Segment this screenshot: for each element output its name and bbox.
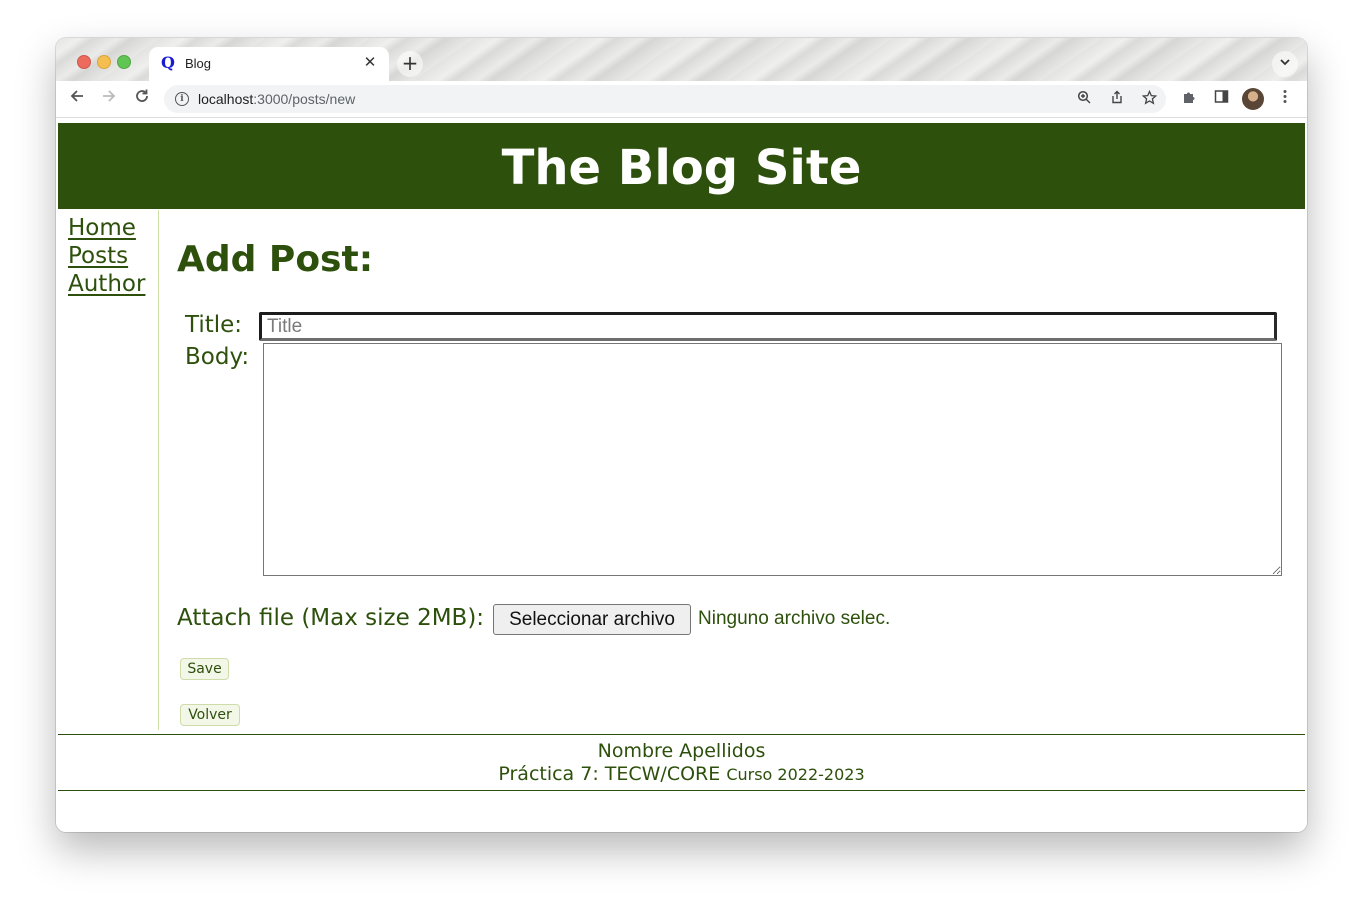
nav-link-author[interactable]: Author bbox=[68, 270, 158, 298]
chevron-down-icon bbox=[1280, 59, 1290, 66]
save-button[interactable]: Save bbox=[180, 658, 229, 680]
close-tab-icon[interactable]: ✕ bbox=[361, 53, 379, 71]
profile-avatar[interactable] bbox=[1242, 88, 1264, 110]
reload-icon bbox=[136, 89, 148, 102]
title-input[interactable] bbox=[259, 312, 1277, 341]
share-icon[interactable] bbox=[1108, 90, 1126, 108]
browser-tab[interactable]: Q Blog ✕ bbox=[149, 47, 389, 81]
file-status-text: Ninguno archivo selec. bbox=[698, 608, 891, 629]
close-window-button[interactable] bbox=[77, 55, 91, 69]
back-button[interactable] bbox=[66, 88, 88, 110]
arrow-left-icon bbox=[70, 90, 83, 102]
bookmark-star-icon[interactable] bbox=[1140, 89, 1158, 108]
tab-strip: Q Blog ✕ + bbox=[56, 38, 1307, 81]
attach-file-label: Attach file (Max size 2MB): bbox=[177, 605, 485, 631]
more-menu-icon[interactable] bbox=[1275, 89, 1295, 109]
site-footer: Nombre Apellidos Práctica 7: TECW/CORE C… bbox=[58, 734, 1305, 791]
back-button-link[interactable]: Volver bbox=[180, 704, 240, 726]
extensions-puzzle-icon[interactable] bbox=[1179, 89, 1199, 109]
footer-practice: Práctica 7: TECW/CORE bbox=[498, 763, 721, 785]
new-tab-button[interactable]: + bbox=[397, 51, 423, 77]
tab-title: Blog bbox=[185, 56, 212, 71]
title-label: Title: bbox=[185, 312, 243, 338]
browser-toolbar: i localhost:3000/posts/new bbox=[56, 81, 1307, 118]
site-title: The Blog Site bbox=[501, 140, 862, 196]
sidebar-nav: Home Posts Author bbox=[58, 210, 159, 730]
nav-link-home[interactable]: Home bbox=[68, 214, 158, 242]
address-bar[interactable]: i localhost:3000/posts/new bbox=[164, 85, 1166, 113]
main-content: Add Post: Title: Body: Attach file (Max … bbox=[177, 210, 1287, 730]
footer-year: Curso 2022-2023 bbox=[726, 765, 865, 784]
minimize-window-button[interactable] bbox=[97, 55, 111, 69]
side-panel-icon[interactable] bbox=[1211, 89, 1231, 109]
body-textarea[interactable] bbox=[263, 343, 1282, 576]
page-title: Add Post: bbox=[177, 239, 374, 280]
body-label: Body: bbox=[185, 344, 250, 370]
reload-button[interactable] bbox=[131, 88, 153, 110]
info-icon[interactable]: i bbox=[175, 92, 189, 106]
tab-search-button[interactable] bbox=[1272, 51, 1298, 77]
footer-author: Nombre Apellidos bbox=[597, 740, 766, 762]
favicon-icon: Q bbox=[161, 53, 175, 72]
choose-file-button[interactable]: Seleccionar archivo bbox=[493, 604, 691, 635]
nav-link-posts[interactable]: Posts bbox=[68, 242, 158, 270]
site-header: The Blog Site bbox=[58, 123, 1305, 209]
page-viewport: The Blog Site Home Posts Author Add Post… bbox=[56, 118, 1307, 832]
arrow-right-icon bbox=[103, 90, 116, 102]
browser-window: Q Blog ✕ + i localhost:3000/posts/new Th… bbox=[56, 38, 1307, 832]
footer-course: Práctica 7: TECW/CORE Curso 2022-2023 bbox=[58, 762, 1305, 787]
forward-button[interactable] bbox=[98, 88, 120, 110]
zoom-icon[interactable] bbox=[1075, 90, 1093, 108]
maximize-window-button[interactable] bbox=[117, 55, 131, 69]
url-text: localhost:3000/posts/new bbox=[198, 91, 356, 107]
